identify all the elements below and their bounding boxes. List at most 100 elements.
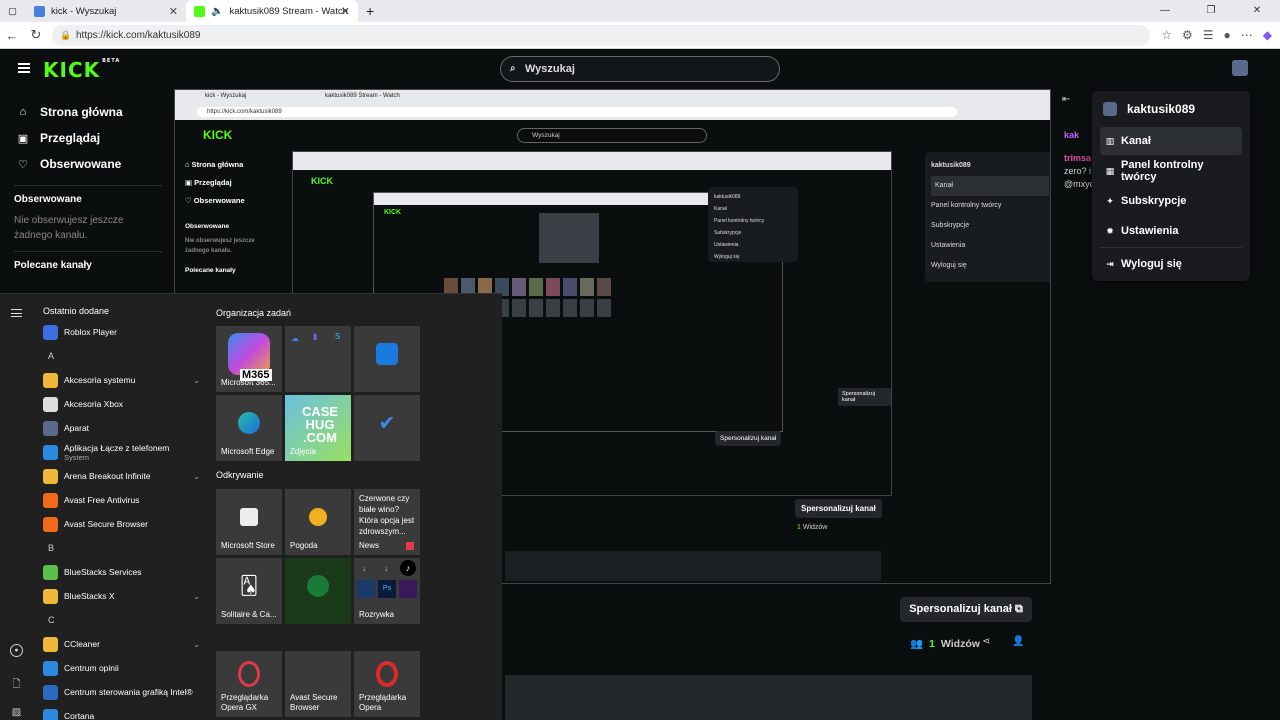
nested-tab-2: kaktusik089 Stream - Watch (325, 93, 400, 99)
tile-solitaire[interactable]: 🂡 Solitaire & Ca... (216, 558, 282, 624)
dropdown-item-logout[interactable]: ⇥ Wyloguj się (1100, 250, 1242, 278)
tile-news[interactable]: Czerwone czy białe wino? Która opcja jes… (354, 489, 420, 555)
app-item[interactable]: Avast Free Antivirus (38, 488, 206, 512)
tile-label: Microsoft Edge (221, 447, 275, 456)
add-user-icon[interactable]: 👤 (1012, 636, 1024, 647)
app-name: Aplikacja Łącze z telefonem (64, 442, 170, 453)
weather-icon (309, 507, 327, 526)
tile-opera-gx[interactable]: Przeglądarka Opera GX (216, 651, 282, 717)
app-folder[interactable]: Arena Breakout Infinite ⌄ (38, 464, 206, 488)
document-icon[interactable]: 🗋 (10, 677, 23, 690)
favorite-star-icon[interactable]: ☆ (1161, 28, 1172, 42)
kick-logo[interactable]: KICK BETA (43, 58, 120, 82)
extensions-icon[interactable]: ⚙ (1182, 28, 1193, 42)
app-item[interactable]: Centrum sterowania grafiką Intel® (38, 680, 206, 704)
tab-kick-search[interactable]: kick - Wyszukaj ✕ (26, 0, 186, 22)
user-avatar (1103, 102, 1117, 116)
news-icon (406, 542, 414, 550)
tile-microsoft-edge[interactable]: Microsoft Edge (216, 395, 282, 461)
search-input[interactable]: ⌕ Wyszukaj (500, 56, 780, 82)
tile-label: Przeglądarka Opera (359, 693, 407, 712)
new-tab-button[interactable]: + (358, 0, 386, 22)
app-item[interactable]: Avast Secure Browser (38, 512, 206, 536)
minimize-icon[interactable]: — (1142, 0, 1188, 22)
tile-spotify[interactable] (285, 558, 351, 624)
copilot-icon[interactable]: ◆ (1263, 28, 1272, 42)
tab-actions-icon[interactable]: ▢ (0, 0, 26, 22)
app-list-letter[interactable]: C (38, 608, 206, 632)
tab-title: kick - Wyszukaj (51, 5, 117, 17)
back-icon[interactable]: ← (0, 28, 24, 43)
news-headline: Czerwone czy białe wino? Która opcja jes… (359, 494, 415, 536)
restore-icon[interactable]: ❐ (1188, 0, 1234, 22)
speaker-icon[interactable]: 🔈 (211, 6, 223, 17)
search-icon: ⌕ (510, 63, 516, 74)
refresh-icon[interactable]: ↻ (24, 27, 48, 43)
tile-outlook[interactable] (354, 326, 420, 392)
tile-microsoft-store[interactable]: Microsoft Store (216, 489, 282, 555)
url-field[interactable]: 🔒 https://kick.com/kaktusik089 (52, 25, 1150, 46)
chat-message: zero? i (1064, 166, 1092, 176)
app-list-letter[interactable]: A (38, 344, 206, 368)
dropdown-item-dashboard[interactable]: ▦ Panel kontrolny twórcy (1100, 157, 1242, 185)
logout-icon: ⇥ (1106, 258, 1114, 269)
app-folder[interactable]: BlueStacks X ⌄ (38, 584, 206, 608)
app-item[interactable]: Akcesoria Xbox (38, 392, 206, 416)
dropdown-item-settings[interactable]: ✹ Ustawienia (1100, 217, 1242, 245)
app-item[interactable]: BlueStacks Services (38, 560, 206, 584)
opera-gx-icon (238, 661, 260, 688)
dropdown-user: kaktusik089 (1092, 93, 1250, 125)
app-item[interactable]: Cortana (38, 704, 206, 720)
sidebar-item-following[interactable]: ♡ Obserwowane (4, 151, 172, 177)
close-window-icon[interactable]: ✕ (1234, 0, 1280, 22)
tile-office-apps[interactable]: ☁ ▮ S (285, 326, 351, 392)
app-folder[interactable]: CCleaner ⌄ (38, 632, 206, 656)
close-tab-icon[interactable]: ✕ (169, 5, 178, 18)
sidebar-item-label: Przeglądaj (40, 131, 101, 145)
bottom-panel (505, 675, 1032, 720)
tile-entertainment[interactable]: ↓ ↓ ♪ Ps Rozrywka (354, 558, 420, 624)
app-name: CCleaner (64, 639, 100, 649)
profile-icon[interactable]: ● (1224, 28, 1231, 42)
dropdown-item-label: Kanał (1121, 135, 1151, 147)
folder-icon (43, 372, 58, 388)
close-tab-icon[interactable]: ✕ (341, 5, 350, 18)
app-item[interactable]: Centrum opinii (38, 656, 206, 680)
windows-start-menu: ● 🗋 ▨ Ostatnio dodane Roblox Player A Akce… (0, 293, 502, 720)
tile-opera[interactable]: Przeglądarka Opera (354, 651, 420, 717)
share-icon[interactable]: ⋖ (982, 636, 990, 647)
chat-toggle-icon[interactable]: ⇤ (1062, 94, 1070, 105)
nested-browser-chrome: kick - Wyszukaj kaktusik089 Stream - Wat… (175, 90, 1050, 120)
tile-label: News (359, 541, 380, 550)
download-icon: ↓ (384, 564, 388, 573)
favorites-icon[interactable]: ☰ (1203, 28, 1214, 42)
pictures-icon[interactable]: ▨ (10, 707, 23, 720)
menu-icon[interactable] (18, 63, 30, 73)
folder-icon (43, 468, 58, 484)
tile-photos[interactable]: CASE HUG .COM Zdjęcia (285, 395, 351, 461)
sidebar-item-browse[interactable]: ▣ Przeglądaj (4, 125, 172, 151)
tile-weather[interactable]: Pogoda (285, 489, 351, 555)
tab-kaktusik-stream[interactable]: 🔈 kaktusik089 Stream - Watch ✕ (186, 0, 358, 22)
user-icon[interactable]: ● (10, 644, 23, 657)
app-name: Avast Free Antivirus (64, 495, 140, 505)
sidebar-item-home[interactable]: ⌂ Strona główna (4, 99, 172, 125)
app-name: BlueStacks Services (64, 567, 142, 577)
more-icon[interactable]: ⋯ (1241, 28, 1253, 42)
app-item[interactable]: Roblox Player (38, 320, 206, 344)
dropdown-item-channel[interactable]: ▥ Kanał (1100, 127, 1242, 155)
user-avatar[interactable] (1232, 60, 1248, 76)
app-folder[interactable]: Akcesoria systemu ⌄ (38, 368, 206, 392)
tile-todo[interactable]: ✔ (354, 395, 420, 461)
app-list-letter[interactable]: B (38, 536, 206, 560)
personalize-channel-button[interactable]: Spersonalizuj kanał ⧉ (900, 597, 1032, 622)
tile-label: Microsoft 365... (221, 378, 276, 387)
tile-group-title: Organizacja zadań (216, 308, 292, 318)
app-item[interactable]: Aparat (38, 416, 206, 440)
app-item[interactable]: Aplikacja Łącze z telefonem System (38, 440, 206, 464)
dropdown-item-subscriptions[interactable]: ✦ Subskrypcje (1100, 187, 1242, 215)
tile-avast-browser[interactable]: Avast Secure Browser (285, 651, 351, 717)
tile-microsoft-365[interactable]: M365 Microsoft 365... (216, 326, 282, 392)
start-menu-expand-icon[interactable] (11, 309, 22, 317)
tile-label: Przeglądarka Opera GX (221, 693, 269, 712)
